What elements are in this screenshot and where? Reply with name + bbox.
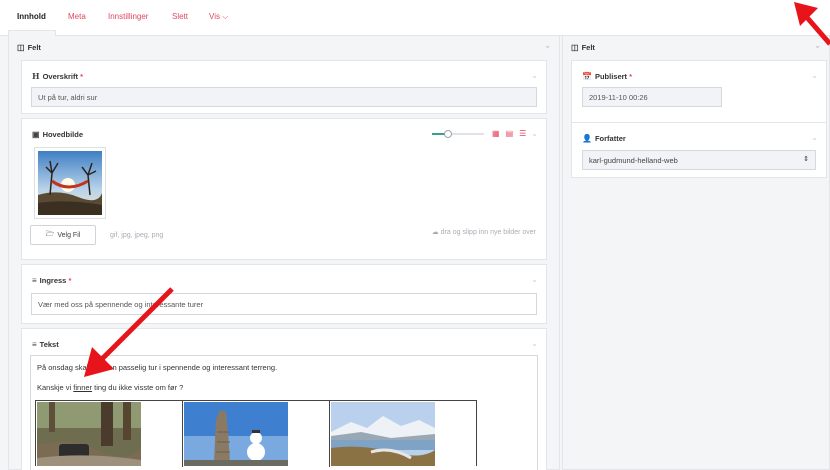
- tab-innhold[interactable]: Innhold: [17, 12, 46, 21]
- calendar-icon: 📅: [582, 72, 592, 81]
- user-icon: 👤: [582, 134, 592, 143]
- column-header: ◫ Felt ⌄: [571, 41, 821, 52]
- chevron-down-icon[interactable]: ⌄: [531, 339, 538, 348]
- tab-meta[interactable]: Meta: [68, 12, 86, 21]
- sidebar-fields-column: ◫ Felt ⌄ 📅 Publisert * ⌄ 2019-11-10 00:26 …: [562, 36, 830, 470]
- editor-paragraph: På onsdag skal vi gå en passelig tur i s…: [37, 363, 278, 372]
- chevron-down-icon[interactable]: ⌄: [811, 133, 818, 142]
- hammock-photo: [38, 151, 102, 215]
- choose-file-button[interactable]: 🗁 Velg Fil: [30, 225, 96, 245]
- list-view-icon[interactable]: ☰: [519, 129, 526, 138]
- image-icon: ▣: [32, 130, 40, 139]
- image-gallery: [35, 400, 477, 467]
- tab-bar: Innhold Meta Innstillinger Slett Vis ⌵: [0, 0, 830, 36]
- drop-hint: ☁ dra og slipp inn nye bilder over: [431, 229, 536, 236]
- text-align-icon: ≡: [32, 276, 37, 285]
- chevron-down-icon[interactable]: ⌄: [811, 71, 818, 80]
- ingress-input[interactable]: Vær med oss på spennende og interessante…: [31, 293, 537, 315]
- heading-icon: H: [32, 71, 40, 81]
- column-header: ◫ Felt ⌄: [17, 41, 551, 52]
- heading-label: Overskrift: [42, 72, 78, 81]
- ingress-panel: ≡ Ingress * ⌄ Vær med oss på spennende og…: [21, 264, 547, 324]
- mountain-lake-photo: [331, 402, 435, 466]
- chevron-down-icon[interactable]: ⌄: [544, 41, 551, 50]
- cairn-snowman-photo: [184, 402, 288, 466]
- gallery-image[interactable]: [36, 401, 183, 467]
- text-label: Tekst: [39, 340, 59, 349]
- slider-handle[interactable]: [443, 130, 452, 138]
- tab-slett[interactable]: Slett: [172, 12, 188, 21]
- thumbnail-size-slider[interactable]: [432, 129, 484, 139]
- compact-view-icon[interactable]: ▤: [506, 129, 514, 138]
- forest-photo: [37, 402, 141, 466]
- editor-paragraph: Kanskje vi finner ting du ikke visste om…: [37, 383, 184, 392]
- chevron-down-icon[interactable]: ⌄: [531, 129, 538, 138]
- ingress-label: Ingress: [39, 276, 67, 285]
- grid-view-icon[interactable]: ▦: [492, 129, 500, 138]
- chevron-down-icon[interactable]: ⌄: [814, 41, 821, 50]
- main-image-label: Hovedbilde: [42, 130, 83, 139]
- select-caret-icon: ⇕: [803, 156, 809, 163]
- main-fields-column: ◫ Felt ⌄ H Overskrift * ⌄ Ut på tur, aldri…: [8, 36, 560, 470]
- columns-icon: ◫: [17, 43, 25, 52]
- tab-innstillinger[interactable]: Innstillinger: [108, 12, 148, 21]
- columns-icon: ◫: [571, 43, 579, 52]
- heading-panel: H Overskrift * ⌄ Ut på tur, aldri sur: [21, 60, 547, 114]
- published-label: Publisert: [594, 72, 628, 81]
- text-align-icon: ≡: [32, 340, 37, 349]
- rich-text-editor[interactable]: På onsdag skal vi gå en passelig tur i s…: [30, 355, 538, 470]
- heading-input[interactable]: Ut på tur, aldri sur: [31, 87, 537, 107]
- author-select[interactable]: karl-gudmund-helland-web ⇕: [582, 150, 816, 170]
- view-mode-toggles: ▦ ▤ ☰: [492, 129, 526, 138]
- editor-link[interactable]: finner: [73, 383, 92, 392]
- gallery-image[interactable]: [330, 401, 477, 467]
- chevron-down-icon[interactable]: ⌄: [531, 275, 538, 284]
- allowed-file-types: gif, jpg, jpeg, png: [110, 232, 164, 239]
- main-image-panel: ▣ Hovedbilde ▦ ▤ ☰ ⌄ 🗁 Velg Fil gif, jpg…: [21, 118, 547, 260]
- text-panel: ≡ Tekst ⌄ På onsdag skal vi gå en passeli…: [21, 328, 547, 470]
- chevron-down-icon[interactable]: ⌄: [531, 71, 538, 80]
- published-date-input[interactable]: 2019-11-10 00:26: [582, 87, 722, 107]
- cloud-upload-icon: ☁: [431, 229, 439, 236]
- tab-vis[interactable]: Vis ⌵: [209, 12, 228, 22]
- main-image-thumbnail[interactable]: [34, 147, 106, 219]
- author-label: Forfatter: [594, 134, 626, 143]
- author-panel: 👤 Forfatter ⌄ karl-gudmund-helland-web ⇕: [571, 122, 827, 178]
- folder-icon: 🗁: [45, 230, 55, 238]
- gallery-image[interactable]: [183, 401, 330, 467]
